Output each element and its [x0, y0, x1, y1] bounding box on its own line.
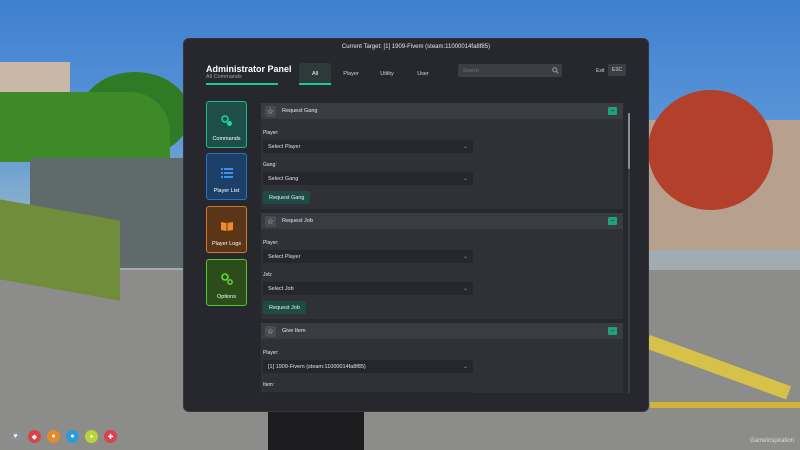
card-header: ☆ Request Gang −	[261, 103, 623, 119]
command-list: ☆ Request Gang − Player: Select Player ⌄…	[261, 101, 631, 393]
player-character	[268, 408, 364, 450]
player-label: Player:	[263, 240, 279, 246]
card-title: Request Job	[282, 218, 313, 224]
gears-icon	[220, 272, 234, 286]
card-header: ☆ Request Job −	[261, 213, 623, 229]
player-select[interactable]: Select Player ⌄	[263, 140, 473, 153]
collapse-button[interactable]: −	[608, 217, 617, 225]
search-icon[interactable]	[551, 67, 559, 75]
sidebar-item-commands[interactable]: Commands	[206, 101, 247, 148]
sidebar-item-player-list[interactable]: Player List	[206, 153, 247, 200]
tab-player[interactable]: Player	[335, 63, 367, 85]
hud-shield-icon: ◆	[28, 430, 41, 443]
player-select[interactable]: [1] 1909-Fivem (steam:11000014fa8f85) ⌄	[263, 360, 473, 373]
category-tabs: All Player Utility User	[299, 63, 439, 85]
favorite-star-icon[interactable]: ☆	[265, 106, 276, 117]
select-value: Select Player	[268, 253, 301, 260]
sidebar-item-options[interactable]: Options	[206, 259, 247, 306]
command-card-request-gang: ☆ Request Gang − Player: Select Player ⌄…	[261, 103, 623, 209]
chevron-down-icon: ⌄	[462, 286, 468, 292]
chevron-down-icon: ⌄	[462, 254, 468, 260]
hud-stress-icon: ✦	[85, 430, 98, 443]
esc-button[interactable]: ESC	[608, 64, 626, 76]
request-job-button[interactable]: Request Job	[263, 301, 306, 314]
hud-water-icon: ●	[66, 430, 79, 443]
card-header: ☆ Give Item −	[261, 323, 623, 339]
panel-title: Administrator Panel	[206, 64, 292, 74]
sidebar-item-player-logs[interactable]: Player Logs	[206, 206, 247, 253]
favorite-star-icon[interactable]: ☆	[265, 216, 276, 227]
chevron-down-icon: ⌄	[462, 144, 468, 150]
exit-label: Exit	[596, 68, 605, 74]
command-card-give-item: ☆ Give Item − Player: [1] 1909-Fivem (st…	[261, 323, 623, 393]
collapse-button[interactable]: −	[608, 107, 617, 115]
collapse-button[interactable]: −	[608, 327, 617, 335]
commands-icon	[220, 114, 234, 128]
hedge	[0, 92, 170, 162]
request-gang-button[interactable]: Request Gang	[263, 191, 311, 204]
book-icon	[220, 219, 234, 233]
sidebar-item-label: Options	[217, 294, 236, 300]
tab-user[interactable]: User	[407, 63, 439, 85]
card-title: Request Gang	[282, 108, 318, 114]
card-title: Give Item	[282, 328, 306, 334]
sidebar-item-label: Commands	[212, 136, 241, 142]
sidebar-item-label: Player Logs	[211, 241, 242, 247]
select-value: Select Gang	[268, 175, 299, 182]
title-underline	[206, 83, 278, 85]
chevron-down-icon: ⌄	[462, 364, 468, 370]
chevron-down-icon: ⌄	[462, 176, 468, 182]
hud-health-icon: ✚	[104, 430, 117, 443]
gang-label: Gang:	[263, 162, 277, 168]
favorite-star-icon[interactable]: ☆	[265, 326, 276, 337]
tab-utility[interactable]: Utility	[371, 63, 403, 85]
tab-all[interactable]: All	[299, 63, 331, 85]
select-value: Select Player	[268, 143, 301, 150]
job-label: Job:	[263, 272, 273, 278]
item-select[interactable]	[263, 392, 473, 393]
current-target: Current Target: [1] 1909-Fivem (steam:11…	[341, 44, 491, 50]
hud-heart-icon: ♥	[9, 430, 22, 443]
sidebar-item-label: Player List	[213, 188, 240, 194]
search-input[interactable]	[458, 66, 551, 75]
item-label: Item:	[263, 382, 275, 388]
red-tree	[648, 90, 773, 210]
job-select[interactable]: Select Job ⌄	[263, 282, 473, 295]
player-label: Player:	[263, 130, 279, 136]
search-box	[458, 64, 562, 77]
hud-food-icon: ●	[47, 430, 60, 443]
gang-select[interactable]: Select Gang ⌄	[263, 172, 473, 185]
player-label: Player:	[263, 350, 279, 356]
admin-panel: Current Target: [1] 1909-Fivem (steam:11…	[184, 39, 648, 411]
panel-subtitle: All Commands	[206, 74, 242, 80]
select-value: Select Job	[268, 285, 294, 292]
list-icon	[220, 166, 234, 180]
watermark: GameInspiration	[749, 438, 794, 444]
player-select[interactable]: Select Player ⌄	[263, 250, 473, 263]
command-card-request-job: ☆ Request Job − Player: Select Player ⌄ …	[261, 213, 623, 319]
hud-status-bar: ♥ ◆ ● ● ✦ ✚	[9, 430, 117, 443]
road-line	[650, 402, 800, 408]
select-value: [1] 1909-Fivem (steam:11000014fa8f85)	[268, 363, 366, 370]
